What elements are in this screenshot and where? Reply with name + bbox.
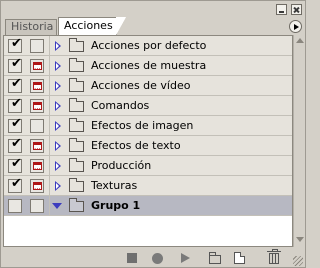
action-set-row[interactable]: ✔ Comandos [4, 96, 292, 116]
action-set-row[interactable]: ✔ Efectos de texto [4, 136, 292, 156]
panel-titlebar [1, 1, 305, 17]
column-divider [49, 56, 50, 76]
column-divider [49, 116, 50, 136]
column-divider [49, 156, 50, 176]
dialog-icon [33, 182, 42, 191]
toggle-item-checkbox[interactable]: ✔ [8, 36, 22, 53]
toggle-item-checkbox[interactable]: ✔ [8, 156, 22, 173]
checkmark-icon: ✔ [11, 116, 22, 131]
collapsed-triangle-icon[interactable] [55, 41, 61, 51]
toggle-item-checkbox[interactable]: ✔ [8, 96, 22, 113]
checkmark-icon: ✔ [11, 76, 22, 91]
resize-grip-icon[interactable] [293, 256, 303, 266]
action-set-label: Efectos de imagen [91, 119, 194, 132]
toggle-dialog-checkbox[interactable] [30, 119, 44, 133]
folder-icon [69, 58, 84, 72]
actions-list: ✔ Acciones por defecto ✔ Acciones de muestr… [3, 35, 293, 247]
toggle-dialog-checkbox[interactable] [30, 139, 44, 153]
new-set-folder-icon[interactable] [209, 252, 221, 264]
dialog-icon [33, 62, 42, 71]
collapsed-triangle-icon[interactable] [55, 181, 61, 191]
checkmark-icon: ✔ [11, 156, 22, 171]
action-set-label: Producción [91, 159, 152, 172]
scroll-down-arrow-icon[interactable] [296, 237, 304, 242]
action-set-row[interactable]: Grupo 1 [4, 196, 292, 216]
checkmark-icon: ✔ [11, 136, 22, 151]
folder-icon [69, 78, 84, 92]
actions-panel: Historia Acciones ✔ Acciones por defecto ✔… [0, 0, 306, 268]
folder-icon [69, 138, 84, 152]
actions-toolbar [1, 249, 305, 267]
tab-historia[interactable]: Historia [5, 19, 57, 35]
dialog-icon [33, 102, 42, 111]
collapsed-triangle-icon[interactable] [55, 101, 61, 111]
record-icon[interactable] [152, 253, 163, 264]
toggle-dialog-checkbox[interactable] [30, 179, 44, 193]
action-set-label: Comandos [91, 99, 150, 112]
checkmark-icon: ✔ [11, 36, 22, 51]
dialog-icon [33, 162, 42, 171]
new-action-icon[interactable] [234, 252, 245, 264]
minimize-icon[interactable] [276, 4, 287, 15]
panel-tabs: Historia Acciones [3, 17, 303, 35]
toggle-item-checkbox[interactable]: ✔ [8, 56, 22, 73]
toggle-dialog-checkbox[interactable] [30, 159, 44, 173]
column-divider [49, 196, 50, 216]
column-divider [49, 96, 50, 116]
collapsed-triangle-icon[interactable] [55, 161, 61, 171]
toggle-item-checkbox[interactable]: ✔ [8, 116, 22, 133]
collapsed-triangle-icon[interactable] [55, 61, 61, 71]
toggle-dialog-checkbox[interactable] [30, 79, 44, 93]
collapsed-triangle-icon[interactable] [55, 141, 61, 151]
action-set-row[interactable]: ✔ Acciones de vídeo [4, 76, 292, 96]
close-icon[interactable] [291, 4, 302, 15]
panel-menu-arrow-icon[interactable] [289, 20, 302, 33]
collapsed-triangle-icon[interactable] [55, 81, 61, 91]
action-set-row[interactable]: ✔ Producción [4, 156, 292, 176]
folder-icon [69, 98, 84, 112]
toggle-dialog-checkbox[interactable] [30, 99, 44, 113]
folder-icon [69, 178, 84, 192]
scroll-up-arrow-icon[interactable] [296, 38, 304, 43]
toggle-dialog-checkbox[interactable] [30, 199, 44, 213]
folder-icon [69, 198, 84, 212]
toggle-dialog-checkbox[interactable] [30, 39, 44, 53]
column-divider [49, 76, 50, 96]
action-set-row[interactable]: ✔ Acciones de muestra [4, 56, 292, 76]
stop-icon[interactable] [127, 253, 137, 263]
column-divider [49, 136, 50, 156]
column-divider [49, 36, 50, 56]
action-set-label: Acciones de muestra [91, 59, 207, 72]
toggle-item-checkbox[interactable]: ✔ [8, 176, 22, 193]
action-set-row[interactable]: ✔ Acciones por defecto [4, 36, 292, 56]
action-set-label: Acciones por defecto [91, 39, 207, 52]
action-set-label: Efectos de texto [91, 139, 181, 152]
play-icon[interactable] [181, 253, 190, 263]
action-set-row[interactable]: ✔ Texturas [4, 176, 292, 196]
collapsed-triangle-icon[interactable] [55, 121, 61, 131]
action-set-label: Grupo 1 [91, 199, 141, 212]
expanded-triangle-icon[interactable] [52, 203, 62, 209]
toggle-item-checkbox[interactable] [8, 199, 22, 213]
toggle-item-checkbox[interactable]: ✔ [8, 136, 22, 153]
checkmark-icon: ✔ [11, 96, 22, 111]
vertical-scrollbar[interactable] [293, 35, 304, 247]
trash-icon[interactable] [267, 249, 281, 264]
column-divider [49, 176, 50, 196]
toggle-item-checkbox[interactable]: ✔ [8, 76, 22, 93]
action-set-label: Texturas [91, 179, 138, 192]
dialog-icon [33, 142, 42, 151]
tab-acciones[interactable]: Acciones [58, 17, 126, 35]
dialog-icon [33, 82, 42, 91]
action-set-row[interactable]: ✔ Efectos de imagen [4, 116, 292, 136]
folder-icon [69, 118, 84, 132]
action-set-label: Acciones de vídeo [91, 79, 191, 92]
checkmark-icon: ✔ [11, 176, 22, 191]
folder-icon [69, 38, 84, 52]
toggle-dialog-checkbox[interactable] [30, 59, 44, 73]
checkmark-icon: ✔ [11, 56, 22, 71]
folder-icon [69, 158, 84, 172]
